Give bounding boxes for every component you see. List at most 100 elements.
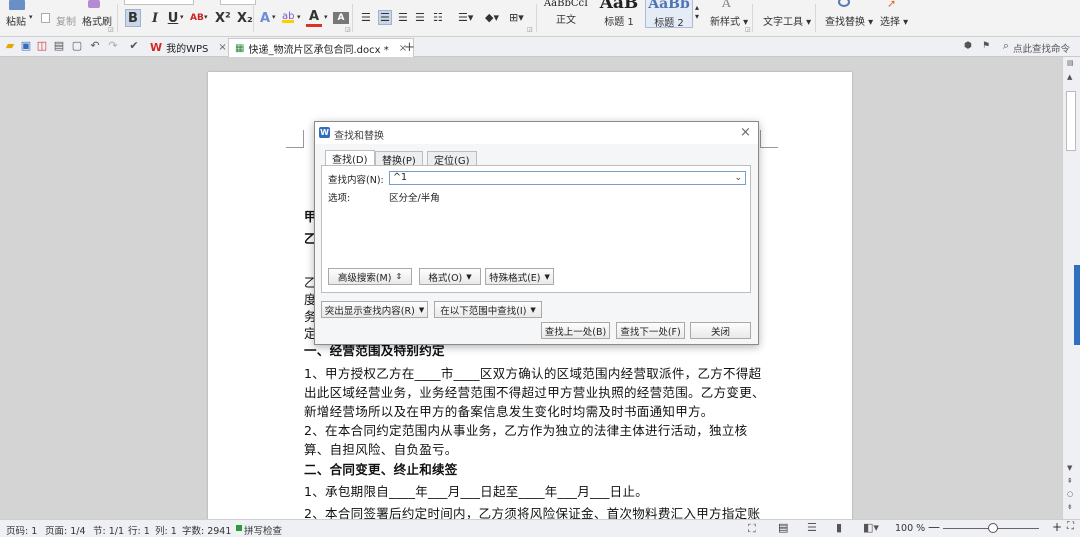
distribute-icon[interactable]: ☷: [433, 11, 443, 24]
vertical-scrollbar[interactable]: ▲ ▼ ⇞ ○ ⇟ ▤: [1062, 57, 1080, 519]
line-spacing-icon[interactable]: ☰▾: [458, 11, 473, 24]
format-button[interactable]: 格式(O) ▼: [419, 268, 481, 285]
tab-my-wps[interactable]: W 我的WPS ×: [144, 38, 233, 57]
status-page-num[interactable]: 页码: 1: [6, 523, 37, 537]
find-previous-button[interactable]: 查找上一处(B): [541, 322, 610, 339]
scroll-thumb[interactable]: [1066, 91, 1076, 151]
new-tab-button[interactable]: +: [398, 38, 421, 57]
status-words[interactable]: 字数: 2941: [182, 523, 231, 537]
group-launcher-icon[interactable]: ◲: [108, 26, 114, 33]
text-tools-button[interactable]: 文字工具 ▾: [763, 13, 811, 28]
tab-find[interactable]: 查找(D): [325, 150, 375, 166]
sync-icon[interactable]: ⬢: [962, 40, 974, 52]
view-focus-icon[interactable]: ⛶: [748, 522, 756, 536]
find-input[interactable]: ^1 ⌄: [389, 171, 746, 185]
search-range-button[interactable]: 在以下范围中查找(I) ▼: [434, 301, 542, 318]
font-name-box[interactable]: [124, 0, 194, 5]
special-format-button[interactable]: 特殊格式(E) ▼: [485, 268, 554, 285]
text-effect-dropdown-icon[interactable]: ▾: [272, 13, 276, 21]
align-left-icon[interactable]: ☰: [361, 11, 371, 24]
copy-button[interactable]: 复制: [56, 13, 76, 28]
zoom-level[interactable]: 100 %: [895, 523, 925, 534]
style-heading1[interactable]: AaB 标题 1: [594, 0, 644, 28]
char-border-button[interactable]: A: [333, 12, 349, 24]
save-icon[interactable]: ▣: [20, 40, 32, 52]
font-size-box[interactable]: [220, 0, 256, 5]
tab-document[interactable]: ▦ 快递_物流片区承包合同.docx * ×: [228, 38, 415, 57]
advanced-search-button[interactable]: 高级搜索(M) ⇕: [328, 268, 412, 285]
group-launcher-icon[interactable]: ◲: [745, 26, 751, 33]
font-color-dropdown-icon[interactable]: ▾: [324, 13, 328, 21]
highlight-dropdown-icon[interactable]: ▾: [297, 13, 301, 21]
style-heading2[interactable]: AaBb 标题 2: [645, 0, 693, 29]
underline-dropdown-icon[interactable]: ▾: [180, 13, 184, 21]
new-style-button[interactable]: 新样式 ▾: [710, 13, 748, 28]
bold-button[interactable]: B: [125, 9, 141, 27]
scroll-up-icon[interactable]: ▲: [1067, 73, 1072, 81]
open-folder-icon[interactable]: ▰: [4, 40, 16, 52]
ruler-toggle-icon[interactable]: ▤: [1067, 59, 1074, 67]
border-icon[interactable]: ⊞▾: [509, 11, 524, 24]
find-replace-button[interactable]: 查找替换 ▾: [825, 13, 873, 28]
highlight-results-button[interactable]: 突出显示查找内容(R) ▼: [321, 301, 428, 318]
close-icon[interactable]: ×: [740, 125, 751, 140]
shading-icon[interactable]: ◆▾: [485, 11, 499, 24]
view-outline-icon[interactable]: ☰: [807, 521, 817, 534]
superscript-button[interactable]: X²: [213, 9, 233, 27]
view-reading-icon[interactable]: ▮: [836, 521, 842, 534]
redo-icon[interactable]: ↷: [107, 40, 119, 52]
style-label: 正文: [556, 15, 576, 26]
select-button[interactable]: 选择 ▾: [880, 13, 908, 28]
subscript-button[interactable]: X₂: [235, 9, 255, 27]
next-page-icon[interactable]: ⇟: [1067, 503, 1073, 511]
status-section[interactable]: 节: 1/1: [93, 523, 124, 537]
group-launcher-icon[interactable]: ◲: [527, 26, 533, 33]
find-next-button[interactable]: 查找下一处(F): [616, 322, 685, 339]
status-pages[interactable]: 页面: 1/4: [45, 523, 86, 537]
copy-icon[interactable]: [41, 13, 50, 23]
paste-button[interactable]: 粘贴: [6, 13, 26, 28]
view-web-icon[interactable]: ◧▾: [863, 521, 879, 534]
find-replace-label: 查找替换: [825, 17, 865, 28]
print-icon[interactable]: ▤: [53, 40, 65, 52]
zoom-in-icon[interactable]: +: [1052, 520, 1062, 534]
zoom-slider-thumb[interactable]: [988, 523, 998, 533]
tab-goto[interactable]: 定位(G): [427, 151, 477, 167]
undo-icon[interactable]: ↶: [89, 40, 101, 52]
scroll-down-icon[interactable]: ▼: [1067, 464, 1072, 472]
share-icon[interactable]: ⚑: [980, 40, 992, 52]
zoom-out-icon[interactable]: —: [928, 520, 940, 534]
select-browse-icon[interactable]: ○: [1067, 490, 1073, 498]
tab-replace[interactable]: 替换(P): [375, 151, 423, 167]
text-effect-button[interactable]: A: [257, 9, 273, 27]
close-button[interactable]: 关闭: [690, 322, 751, 339]
prev-page-icon[interactable]: ⇞: [1067, 477, 1073, 485]
style-preview: AaB: [599, 0, 639, 13]
fit-window-icon[interactable]: ⛶: [1067, 521, 1074, 532]
search-command-input[interactable]: 点此查找命令: [1013, 41, 1070, 55]
cursor-icon: ➚: [887, 0, 897, 10]
highlight-icon[interactable]: ab: [282, 11, 294, 23]
style-normal[interactable]: AaBbCcI 正文: [540, 0, 592, 28]
group-launcher-icon[interactable]: ◲: [345, 26, 351, 33]
align-right-icon[interactable]: ☰: [398, 11, 408, 24]
close-icon[interactable]: ×: [218, 42, 226, 53]
export-icon[interactable]: ◫: [36, 40, 48, 52]
doc-heading: 二、合同变更、终止和续签: [304, 462, 458, 477]
view-page-icon[interactable]: ▤: [778, 521, 788, 534]
font-color-button[interactable]: A: [306, 9, 322, 27]
panel-toggle[interactable]: [1074, 265, 1080, 345]
status-spellcheck[interactable]: 拼写检查: [244, 523, 282, 537]
align-center-icon[interactable]: ☰: [378, 10, 392, 25]
customize-icon[interactable]: ✔: [128, 40, 140, 52]
brush-icon: [88, 0, 100, 8]
paste-icon[interactable]: [9, 0, 25, 10]
style-gallery-more-icon[interactable]: ▴ ▾: [695, 3, 699, 21]
char-shading-dropdown-icon[interactable]: ▾: [204, 13, 208, 21]
underline-button[interactable]: U: [165, 9, 181, 27]
print-preview-icon[interactable]: ▢: [71, 40, 83, 52]
italic-button[interactable]: I: [147, 9, 163, 27]
chevron-down-icon[interactable]: ⌄: [734, 172, 742, 184]
justify-icon[interactable]: ☰: [415, 11, 425, 24]
paste-dropdown-icon[interactable]: ▾: [29, 13, 33, 21]
